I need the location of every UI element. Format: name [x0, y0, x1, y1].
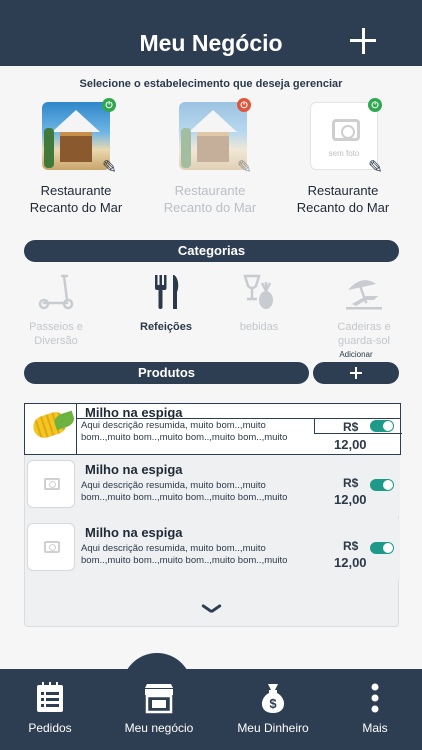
orders-list-icon	[34, 682, 66, 714]
product-toggle[interactable]	[370, 420, 394, 432]
power-on-icon[interactable]: ⏻	[102, 98, 116, 112]
nav-meu-negocio[interactable]: Meu negócio	[109, 682, 209, 735]
nav-meu-dinheiro[interactable]: $ Meu Dinheiro	[223, 682, 323, 735]
drink-icon	[239, 272, 279, 312]
product-image	[25, 404, 77, 454]
nav-label: Meu Dinheiro	[237, 721, 309, 735]
store-photo[interactable]	[42, 102, 110, 170]
product-description: Aqui descrição resumida, muito bom..,mui…	[81, 420, 288, 443]
product-row[interactable]: Milho na espiga Aqui descrição resumida,…	[24, 403, 402, 455]
scooter-icon	[36, 272, 76, 312]
add-product-label: Adicionar	[339, 350, 373, 359]
product-currency: R$	[343, 420, 359, 434]
nav-label: Pedidos	[28, 721, 72, 735]
more-vertical-icon	[359, 682, 391, 714]
add-product-button[interactable]	[313, 362, 399, 384]
corn-image	[30, 409, 70, 441]
product-row[interactable]: Milho na espiga Aqui descrição resumida,…	[25, 519, 400, 579]
product-toggle[interactable]	[370, 479, 394, 491]
beach-chair-icon	[344, 272, 384, 312]
product-price: 12,00	[334, 492, 367, 507]
plus-icon[interactable]	[350, 28, 376, 54]
category-label: Cadeiras e guarda-sol	[337, 321, 391, 347]
pencil-icon[interactable]: ✎	[102, 158, 120, 176]
camera-icon	[44, 541, 60, 553]
nav-mais[interactable]: Mais	[325, 682, 422, 735]
camera-icon	[332, 119, 360, 141]
store-name: Restaurante Recanto do Mar	[163, 183, 257, 215]
product-list[interactable]: Milho na espiga Aqui descrição resumida,…	[24, 403, 402, 627]
product-price: 12,00	[334, 437, 367, 452]
power-on-icon[interactable]: ⏻	[368, 98, 382, 112]
category-passeios[interactable]: Passeios e Diversão	[8, 272, 104, 348]
store-name: Restaurante Recanto do Mar	[296, 183, 390, 215]
product-image-placeholder	[27, 460, 75, 508]
product-name: Milho na espiga	[85, 525, 183, 540]
nav-label: Mais	[362, 721, 388, 735]
category-refeicoes[interactable]: Refeições	[118, 272, 214, 334]
svg-text:$: $	[269, 696, 277, 711]
top-bar: Meu Negócio	[0, 0, 422, 66]
store-select-hint: Selecione o estabelecimento que deseja g…	[79, 78, 343, 90]
product-toggle[interactable]	[370, 542, 394, 554]
pencil-icon[interactable]: ✎	[237, 158, 255, 176]
product-description: Aqui descrição resumida, muito bom..,mui…	[81, 543, 288, 566]
category-label: Passeios e Diversão	[29, 321, 83, 347]
chevron-down-icon[interactable]	[203, 604, 219, 620]
money-bag-icon: $	[257, 682, 289, 714]
pencil-icon[interactable]: ✎	[368, 158, 386, 176]
products-header: Produtos	[24, 362, 309, 384]
category-label: bebidas	[239, 321, 279, 333]
fork-knife-icon	[146, 272, 186, 312]
product-price: 12,00	[334, 555, 367, 570]
categories-header: Categorias	[24, 240, 399, 262]
product-currency: R$	[343, 539, 359, 553]
category-bebidas[interactable]: bebidas	[211, 272, 307, 334]
nav-label: Meu negócio	[124, 721, 194, 735]
product-image-placeholder	[27, 523, 75, 571]
category-label: Refeições	[140, 321, 192, 333]
power-off-icon[interactable]: ⏻	[237, 98, 251, 112]
product-currency: R$	[343, 476, 359, 490]
nav-pedidos[interactable]: Pedidos	[0, 682, 100, 735]
product-description: Aqui descrição resumida, muito bom..,mui…	[81, 480, 288, 503]
store-name: Restaurante Recanto do Mar	[29, 183, 123, 215]
product-name: Milho na espiga	[85, 405, 183, 420]
camera-icon	[44, 478, 60, 490]
category-cadeiras[interactable]: Cadeiras e guarda-sol	[316, 272, 412, 348]
product-name: Milho na espiga	[85, 462, 183, 477]
storefront-icon	[143, 682, 175, 714]
plus-icon	[350, 367, 362, 379]
product-row[interactable]: Milho na espiga Aqui descrição resumida,…	[25, 456, 400, 516]
